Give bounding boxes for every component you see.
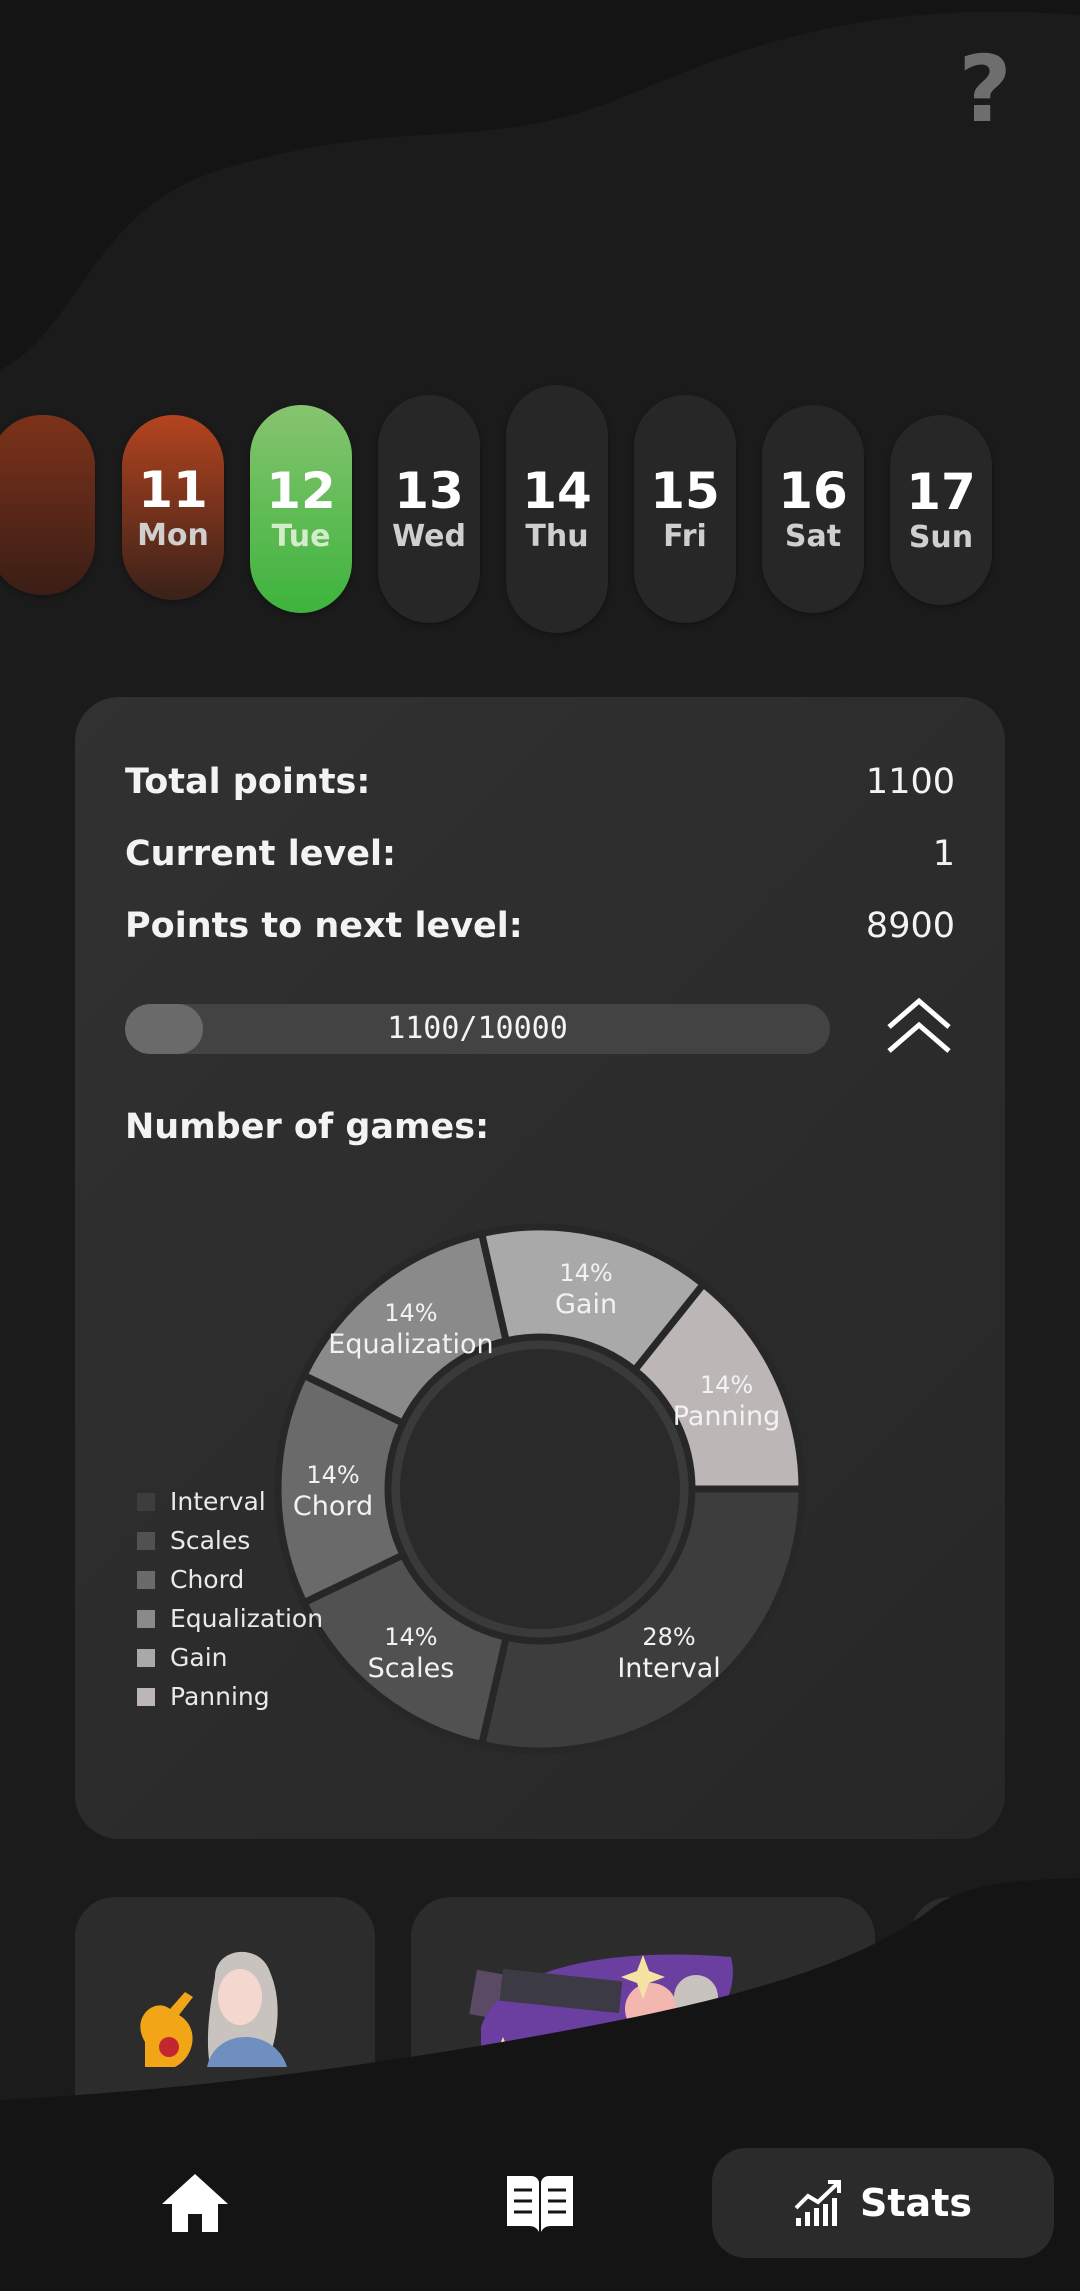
day-name: Thu bbox=[525, 519, 589, 554]
legend-item: Chord bbox=[137, 1560, 323, 1599]
home-icon[interactable] bbox=[160, 2170, 230, 2236]
slice-category-label: Interval bbox=[617, 1653, 720, 1684]
day-pill-sun[interactable]: 17 Sun bbox=[890, 415, 992, 605]
chart-legend: Interval Scales Chord Equalization Gain … bbox=[137, 1482, 323, 1716]
day-number: 14 bbox=[522, 462, 592, 520]
book-icon[interactable] bbox=[505, 2170, 575, 2236]
day-pill-mon[interactable]: 11 Mon bbox=[122, 415, 224, 600]
day-number: 15 bbox=[650, 462, 720, 520]
legend-label: Equalization bbox=[170, 1604, 324, 1633]
legend-swatch bbox=[137, 1609, 155, 1628]
nav-stats-label: Stats bbox=[860, 2181, 972, 2225]
legend-item: Equalization bbox=[137, 1599, 323, 1638]
slice-category-label: Scales bbox=[368, 1653, 455, 1684]
day-name: Wed bbox=[392, 519, 466, 554]
day-number: 11 bbox=[138, 460, 208, 519]
day-number: 16 bbox=[778, 462, 848, 520]
game-card-scales[interactable] bbox=[411, 1897, 875, 2097]
day-pill-thu[interactable]: 14 Thu bbox=[506, 385, 608, 633]
day-name: Sat bbox=[784, 519, 842, 554]
legend-item: Panning bbox=[137, 1677, 323, 1716]
legend-swatch bbox=[137, 1531, 155, 1550]
day-number: 13 bbox=[394, 462, 464, 520]
legend-label: Scales bbox=[170, 1526, 251, 1555]
slice-category-label: Gain bbox=[555, 1289, 617, 1320]
day-pill-fri[interactable]: 15 Fri bbox=[634, 395, 736, 623]
legend-item: Gain bbox=[137, 1638, 323, 1677]
slice-percent-label: 14% bbox=[559, 1259, 612, 1287]
day-pill-tue[interactable]: 12 Tue bbox=[250, 405, 352, 613]
legend-label: Chord bbox=[170, 1565, 245, 1594]
legend-label: Interval bbox=[170, 1487, 266, 1516]
nav-stats-button[interactable]: Stats bbox=[712, 2148, 1054, 2258]
legend-item: Interval bbox=[137, 1482, 323, 1521]
day-number: 17 bbox=[906, 463, 976, 521]
slice-percent-label: 28% bbox=[642, 1623, 695, 1651]
day-name: Sun bbox=[908, 520, 974, 555]
slice-percent-label: 14% bbox=[384, 1299, 437, 1327]
legend-item: Scales bbox=[137, 1521, 323, 1560]
day-number: 12 bbox=[266, 462, 336, 520]
astronomer-illustration bbox=[469, 1954, 733, 2067]
game-card-next[interactable] bbox=[910, 1897, 1080, 2097]
stats-card: Total points: 1100 Current level: 1 Poin… bbox=[75, 697, 1005, 1839]
legend-swatch bbox=[137, 1687, 155, 1706]
legend-label: Panning bbox=[170, 1682, 270, 1711]
day-name: Mon bbox=[137, 517, 209, 553]
game-card-intervals[interactable] bbox=[75, 1897, 375, 2097]
slice-percent-label: 14% bbox=[700, 1371, 753, 1399]
donut-hole bbox=[400, 1349, 680, 1629]
legend-swatch bbox=[137, 1648, 155, 1667]
day-name: Tue bbox=[271, 519, 331, 554]
legend-swatch bbox=[137, 1492, 155, 1511]
day-pill-sat[interactable]: 16 Sat bbox=[762, 405, 864, 613]
slice-percent-label: 14% bbox=[384, 1623, 437, 1651]
day-name: Fri bbox=[663, 519, 707, 554]
slice-category-label: Panning bbox=[673, 1401, 781, 1432]
slice-category-label: Equalization bbox=[328, 1329, 493, 1360]
day-pill-wed[interactable]: 13 Wed bbox=[378, 395, 480, 623]
chart-up-icon bbox=[794, 2180, 842, 2226]
legend-swatch bbox=[137, 1570, 155, 1589]
day-pill-previous[interactable] bbox=[0, 415, 95, 595]
composer-illustration bbox=[140, 1951, 287, 2067]
help-icon[interactable]: ? bbox=[955, 44, 1015, 136]
legend-label: Gain bbox=[170, 1643, 228, 1672]
